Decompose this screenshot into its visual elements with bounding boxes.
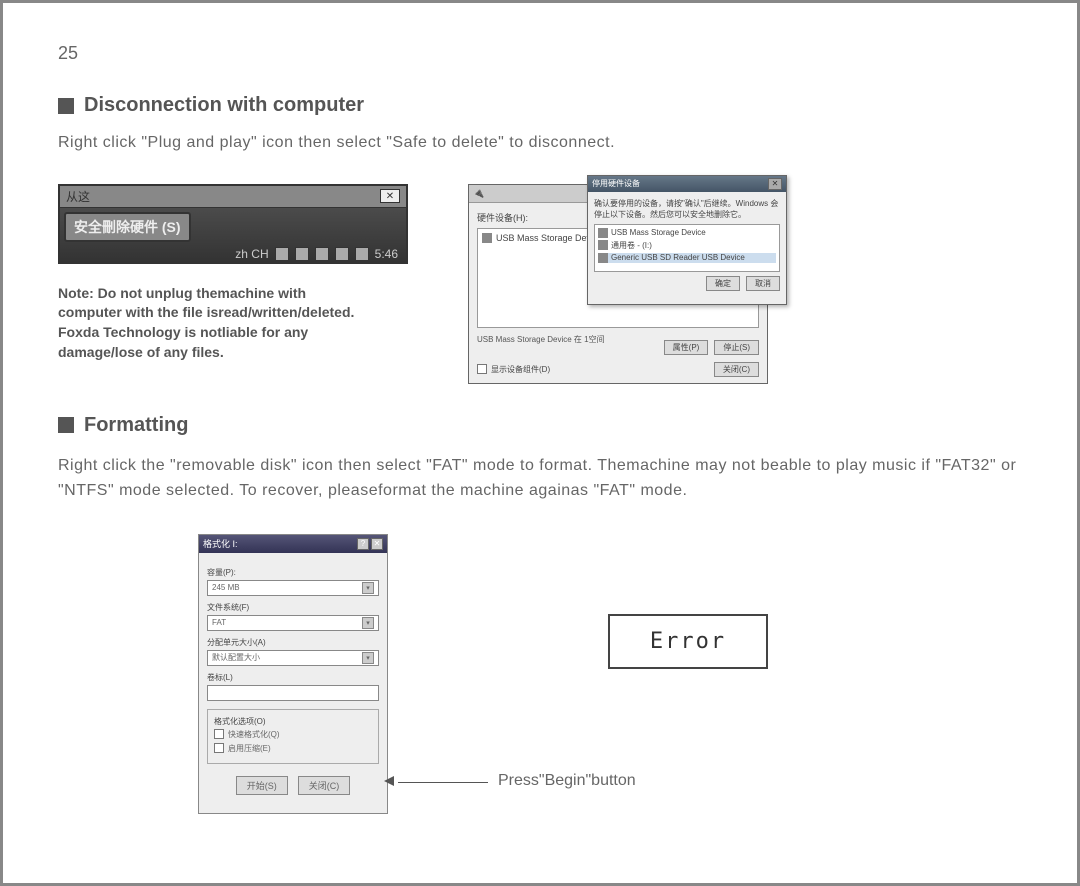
dialog-icon: 🔌 — [473, 188, 484, 199]
options-group-label: 格式化选项(O) — [214, 716, 372, 727]
popup-text: 确认要停用的设备，请按"确认"后继续。Windows 会停止以下设备。然后您可以… — [594, 198, 780, 220]
begin-button[interactable]: 开始(S) — [236, 776, 288, 795]
close-icon[interactable]: ✕ — [371, 538, 383, 550]
tray-text: zh CH — [235, 247, 268, 261]
close-button[interactable]: 关闭(C) — [298, 776, 351, 795]
checkbox-icon[interactable] — [214, 729, 224, 739]
tray-icon[interactable] — [295, 247, 309, 261]
popup-body: 确认要停用的设备，请按"确认"后继续。Windows 会停止以下设备。然后您可以… — [588, 192, 786, 297]
heading-text: Formatting — [84, 414, 188, 437]
press-begin-label: Press"Begin"button — [498, 772, 636, 790]
figure-taskbar: 从这 ✕ 安全刪除硬件 (S) zh CH 5:46 — [58, 184, 408, 264]
warning-note: Note: Do not unplug themachine with comp… — [58, 284, 358, 362]
capacity-value: 245 MB — [212, 583, 240, 592]
close-button[interactable]: 关闭(C) — [714, 362, 759, 377]
safe-remove-menu-item[interactable]: 安全刪除硬件 (S) — [64, 212, 191, 242]
figure-format-dialog: 格式化 I: ? ✕ 容量(P): 245 MB ▾ 文件系统(F) FAT ▾… — [198, 534, 388, 814]
square-bullet-icon — [58, 98, 74, 114]
alloc-select[interactable]: 默认配置大小 ▾ — [207, 650, 379, 666]
chevron-down-icon: ▾ — [362, 652, 374, 664]
close-icon[interactable]: ✕ — [768, 178, 782, 190]
taskbar-top-label: 从这 — [66, 188, 90, 205]
manual-page: 25 Disconnection with computer Right cli… — [0, 0, 1080, 886]
chevron-down-icon: ▾ — [362, 582, 374, 594]
device-name: 通用卷 - (I:) — [611, 240, 652, 251]
device-name: Generic USB SD Reader USB Device — [611, 253, 745, 262]
device-icon — [598, 253, 608, 263]
device-icon — [482, 233, 492, 243]
format-dialog-body: 容量(P): 245 MB ▾ 文件系统(F) FAT ▾ 分配单元大小(A) … — [199, 553, 387, 803]
chevron-down-icon: ▾ — [362, 617, 374, 629]
capacity-select[interactable]: 245 MB ▾ — [207, 580, 379, 596]
cancel-button[interactable]: 取消 — [746, 276, 780, 291]
section-heading-disconnect: Disconnection with computer — [58, 94, 1022, 117]
tray-icon[interactable] — [275, 247, 289, 261]
filesystem-value: FAT — [212, 618, 226, 627]
help-icon[interactable]: ? — [357, 538, 369, 550]
dialog-bottom-buttons: 属性(P) 停止(S) — [664, 340, 759, 355]
popup-titlebar: 停用硬件设备 ✕ — [588, 176, 786, 192]
device-name: USB Mass Storage Device — [611, 228, 706, 237]
tray-icon[interactable] — [315, 247, 329, 261]
titlebar-buttons: ? ✕ — [357, 538, 383, 550]
format-title-text: 格式化 I: — [203, 537, 238, 550]
heading-text: Disconnection with computer — [84, 94, 364, 117]
figure-safe-remove-dialog: 🔌 ✕ 硬件设备(H): USB Mass Storage Device USB… — [468, 184, 768, 384]
formatting-body-text: Right click the "removable disk" icon th… — [58, 453, 1018, 504]
stop-device-popup: 停用硬件设备 ✕ 确认要停用的设备，请按"确认"后继续。Windows 会停止以… — [587, 175, 787, 305]
checkbox-icon[interactable] — [477, 364, 487, 374]
checkbox-label: 启用压缩(E) — [228, 743, 271, 754]
list-item[interactable]: Generic USB SD Reader USB Device — [598, 253, 776, 263]
popup-buttons: 确定 取消 — [594, 276, 780, 291]
quick-format-checkbox[interactable]: 快速格式化(Q) — [214, 729, 372, 740]
format-options-group: 格式化选项(O) 快速格式化(Q) 启用压缩(E) — [207, 709, 379, 764]
volume-input[interactable] — [207, 685, 379, 701]
format-dialog-titlebar: 格式化 I: ? ✕ — [199, 535, 387, 553]
left-column: 从这 ✕ 安全刪除硬件 (S) zh CH 5:46 Note: Do not … — [58, 184, 408, 362]
formatting-figures-row: 格式化 I: ? ✕ 容量(P): 245 MB ▾ 文件系统(F) FAT ▾… — [198, 534, 1022, 814]
page-number: 25 — [58, 43, 1022, 64]
format-dialog-buttons: 开始(S) 关闭(C) — [207, 776, 379, 795]
device-icon — [598, 228, 608, 238]
disconnect-body-text: Right click "Plug and play" icon then se… — [58, 133, 1022, 154]
popup-title-text: 停用硬件设备 — [592, 178, 640, 189]
ok-button[interactable]: 确定 — [706, 276, 740, 291]
system-tray: zh CH 5:46 — [60, 246, 406, 262]
right-side: Press"Begin"button Error — [408, 534, 1022, 669]
disconnect-figures-row: 从这 ✕ 安全刪除硬件 (S) zh CH 5:46 Note: Do not … — [58, 184, 1022, 384]
list-item[interactable]: USB Mass Storage Device — [598, 228, 776, 238]
filesystem-label: 文件系统(F) — [207, 602, 379, 613]
dialog-close-row: 关闭(C) — [714, 362, 759, 377]
properties-button[interactable]: 属性(P) — [664, 340, 709, 355]
checkbox-label: 快速格式化(Q) — [228, 729, 280, 740]
checkbox-icon[interactable] — [214, 743, 224, 753]
clock: 5:46 — [375, 247, 398, 261]
stop-button[interactable]: 停止(S) — [714, 340, 759, 355]
square-bullet-icon — [58, 417, 74, 433]
arrow-head-icon — [384, 776, 394, 786]
close-icon: ✕ — [380, 189, 400, 203]
popup-device-list[interactable]: USB Mass Storage Device 通用卷 - (I:) Gener… — [594, 224, 780, 272]
capacity-label: 容量(P): — [207, 567, 379, 578]
callout-arrow-line — [398, 782, 488, 783]
filesystem-select[interactable]: FAT ▾ — [207, 615, 379, 631]
show-components-checkbox[interactable]: 显示设备组件(D) — [477, 364, 550, 375]
alloc-value: 默认配置大小 — [212, 652, 260, 663]
taskbar-top: 从这 ✕ — [60, 186, 406, 208]
alloc-label: 分配单元大小(A) — [207, 637, 379, 648]
tray-icon[interactable] — [335, 247, 349, 261]
tray-icon[interactable] — [355, 247, 369, 261]
checkbox-label: 显示设备组件(D) — [491, 364, 550, 375]
volume-label: 卷标(L) — [207, 672, 379, 683]
device-icon — [598, 240, 608, 250]
enable-compression-checkbox[interactable]: 启用压缩(E) — [214, 743, 372, 754]
error-display: Error — [608, 614, 768, 669]
section-heading-formatting: Formatting — [58, 414, 1022, 437]
list-item[interactable]: 通用卷 - (I:) — [598, 240, 776, 251]
